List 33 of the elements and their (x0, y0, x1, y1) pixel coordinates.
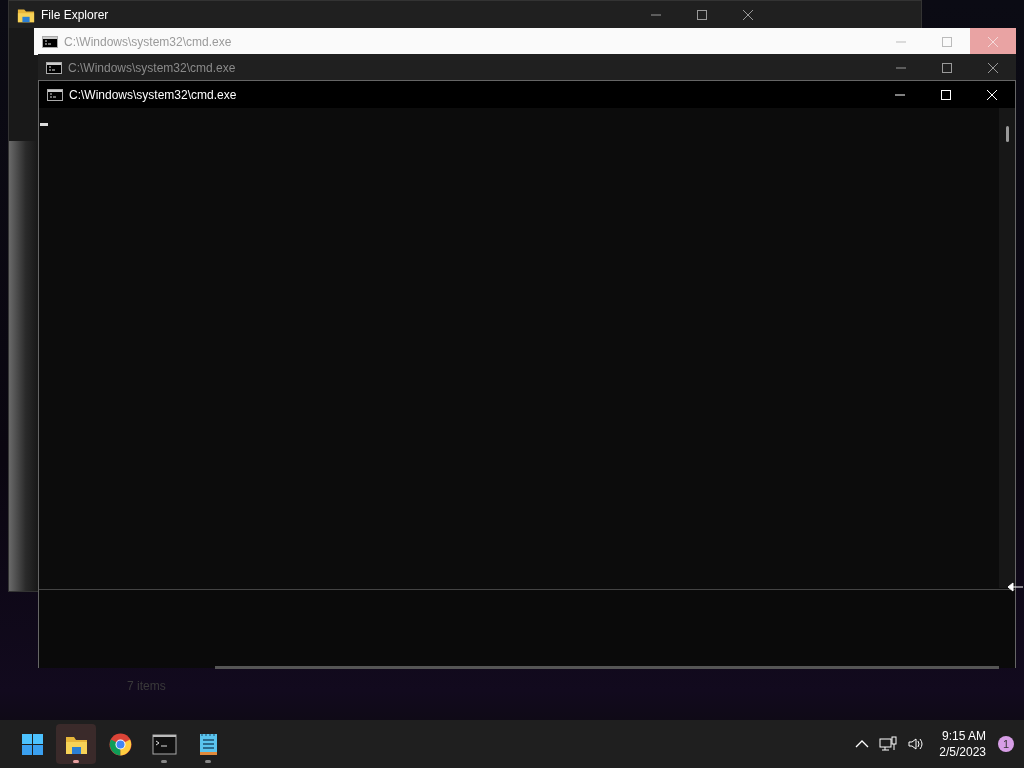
terminal-icon (151, 731, 177, 757)
window-title: C:\Windows\system32\cmd.exe (69, 86, 237, 104)
maximize-icon (941, 89, 951, 100)
console-icon (46, 61, 62, 74)
text-cursor (40, 123, 48, 126)
scroll-thumb[interactable] (1006, 126, 1009, 142)
window-title: C:\Windows\system32\cmd.exe (64, 33, 232, 51)
resize-cursor-icon (1007, 582, 1023, 592)
close-icon (988, 62, 998, 73)
window-title: C:\Windows\system32\cmd.exe (68, 59, 236, 77)
chevron-up-icon (855, 739, 870, 749)
notification-badge[interactable]: 1 (998, 736, 1014, 752)
maximize-icon (942, 62, 952, 73)
clock-date: 2/5/2023 (939, 744, 986, 761)
speaker-icon (907, 736, 926, 752)
console-icon (47, 88, 63, 101)
close-icon (743, 9, 753, 20)
maximize-icon (697, 9, 707, 20)
browser-icon (107, 731, 133, 757)
close-icon (987, 89, 997, 100)
scrollbar[interactable] (999, 108, 1015, 588)
horizontal-scrollbar[interactable] (215, 666, 999, 669)
window-title: File Explorer (41, 6, 109, 24)
close-icon (988, 36, 998, 47)
console-icon (42, 35, 58, 48)
network-button[interactable] (877, 734, 900, 754)
close-button[interactable] (970, 28, 1016, 55)
clock-time: 9:15 AM (940, 727, 986, 744)
network-icon (879, 736, 898, 752)
windows-logo-icon (19, 731, 45, 757)
taskbar-button[interactable] (56, 724, 96, 764)
maximize-icon (942, 36, 952, 47)
clock-button[interactable]: 9:15 AM 2/5/2023 (933, 727, 992, 761)
